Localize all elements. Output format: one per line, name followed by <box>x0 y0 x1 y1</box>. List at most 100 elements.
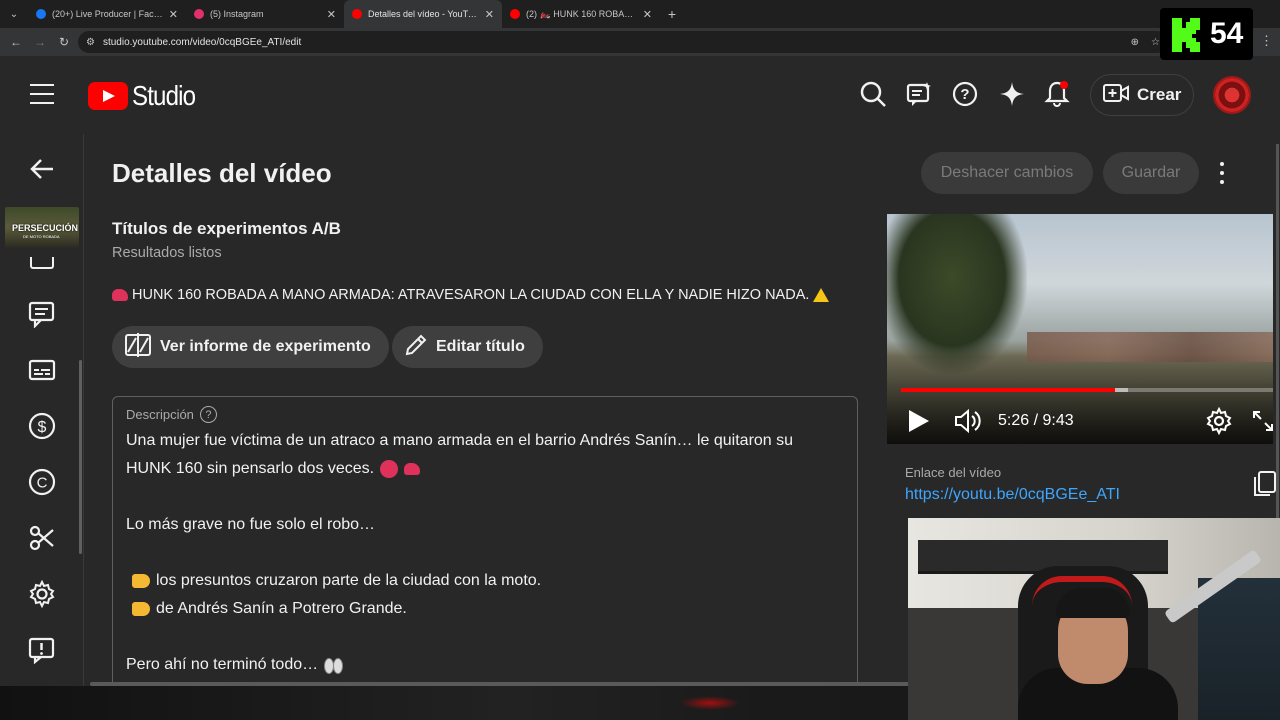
back-arrow-icon[interactable] <box>29 158 55 180</box>
address-bar[interactable]: ⚙ studio.youtube.com/video/0cqBGEe_ATI/e… <box>78 31 1168 53</box>
help-icon[interactable]: ? <box>951 80 979 108</box>
menu-icon[interactable] <box>30 84 54 104</box>
youtube-favicon-icon <box>510 9 520 19</box>
youtube-play-logo-icon <box>88 82 128 110</box>
avatar[interactable] <box>1213 76 1251 114</box>
kick-logo-icon <box>1168 16 1204 52</box>
tab-search-icon[interactable]: ⌄ <box>0 0 28 28</box>
description-line <box>126 483 854 511</box>
video-thumbnail[interactable]: PERSECUCIÓN DE MOTO ROBADA <box>5 207 79 248</box>
ab-experiments-status: Resultados listos <box>112 245 222 261</box>
close-tab-icon[interactable]: ✕ <box>327 8 336 21</box>
monetization-icon[interactable]: $ <box>28 412 56 440</box>
description-line: Una mujer fue víctima de un atraco a man… <box>126 427 854 455</box>
description-line-text: Una mujer fue víctima de un atraco a man… <box>126 432 794 449</box>
description-line: Lo más grave no fue solo el robo… <box>126 511 854 539</box>
video-title-text: HUNK 160 ROBADA A MANO ARMADA: ATRAVESAR… <box>132 287 810 303</box>
notifications-icon[interactable] <box>1043 80 1071 108</box>
settings-icon[interactable] <box>28 579 56 609</box>
description-line-text: Pero ahí no terminó todo… <box>126 656 319 673</box>
description-line <box>126 623 854 651</box>
stream-overlay-glow <box>680 696 740 710</box>
close-tab-icon[interactable]: ✕ <box>169 8 178 21</box>
subtitles-icon[interactable] <box>28 356 56 384</box>
webcam-overlay <box>908 518 1280 720</box>
svg-text:C: C <box>37 475 48 492</box>
tab-label: (20+) Live Producer | Facebook <box>52 9 163 19</box>
bookmark-star-icon[interactable]: ☆ <box>1151 37 1160 48</box>
description-line: de Andrés Sanín a Potrero Grande. <box>126 595 854 623</box>
close-tab-icon[interactable]: ✕ <box>643 8 652 21</box>
thumbnail-subtitle: DE MOTO ROBADA <box>23 234 60 239</box>
progress-played <box>901 388 1115 392</box>
description-field[interactable]: Descripción ? Una mujer fue víctima de u… <box>112 396 858 686</box>
editor-scissors-icon[interactable] <box>28 524 56 552</box>
new-tab-button[interactable]: + <box>660 0 684 28</box>
save-button[interactable]: Guardar <box>1103 152 1199 194</box>
sparkle-icon[interactable] <box>998 80 1026 108</box>
send-feedback-icon[interactable] <box>28 636 56 665</box>
video-player[interactable]: 5:26 / 9:43 <box>887 214 1273 444</box>
view-experiment-report-label: Ver informe de experimento <box>160 338 371 355</box>
create-label: Crear <box>1137 85 1182 104</box>
more-options-icon[interactable] <box>1212 160 1232 186</box>
search-icon[interactable] <box>859 80 887 108</box>
volume-icon[interactable] <box>953 407 983 435</box>
description-line-text: los presuntos cruzaron parte de la ciuda… <box>156 572 542 589</box>
tab-label: (5) Instagram <box>210 9 264 19</box>
edit-title-button[interactable]: Editar título <box>392 326 543 368</box>
browser-tab-facebook[interactable]: (20+) Live Producer | Facebook ✕ <box>28 0 186 28</box>
studio-logo[interactable]: Studio <box>88 80 205 112</box>
play-icon[interactable] <box>909 410 929 432</box>
view-experiment-report-button[interactable]: Ver informe de experimento <box>112 326 389 368</box>
tab-label: (2) 🏍️ HUNK 160 ROBADA A M <box>526 8 637 19</box>
video-link-url[interactable]: https://youtu.be/0cqBGEe_ATI <box>905 486 1120 504</box>
webcam-background-panel <box>1198 578 1280 720</box>
browser-tab-instagram[interactable]: (5) Instagram ✕ <box>186 0 344 28</box>
browser-tab-youtube[interactable]: (2) 🏍️ HUNK 160 ROBADA A M ✕ <box>502 0 660 28</box>
edit-title-label: Editar título <box>436 338 525 355</box>
motorcycle-emoji-icon <box>112 289 128 301</box>
forward-icon[interactable]: → <box>30 32 50 52</box>
analytics-icon[interactable] <box>30 257 54 269</box>
logo-text: Studio <box>132 80 196 111</box>
youtube-favicon-icon <box>352 9 362 19</box>
nav-scrollbar[interactable] <box>79 360 82 554</box>
description-line <box>126 539 854 567</box>
tab-label: Detalles del vídeo - YouTube St <box>368 9 479 19</box>
description-text[interactable]: Una mujer fue víctima de un atraco a man… <box>126 427 854 679</box>
create-button[interactable]: Crear <box>1090 74 1194 116</box>
browser-tab-studio[interactable]: Detalles del vídeo - YouTube St ✕ <box>344 0 502 28</box>
overlay-counter-badge: 54 <box>1160 8 1253 60</box>
video-title: HUNK 160 ROBADA A MANO ARMADA: ATRAVESAR… <box>112 287 830 303</box>
expand-icon[interactable] <box>1251 409 1273 433</box>
pencil-icon <box>404 333 428 362</box>
player-settings-icon[interactable] <box>1205 406 1233 436</box>
thumbnail-title: PERSECUCIÓN <box>12 223 79 233</box>
experiment-report-icon <box>124 332 152 363</box>
description-line-text: Lo más grave no fue solo el robo… <box>126 516 376 533</box>
time-display: 5:26 / 9:43 <box>998 412 1074 429</box>
motorcycle-emoji-icon <box>404 463 421 475</box>
back-icon[interactable]: ← <box>6 32 26 52</box>
site-info-icon[interactable]: ⚙ <box>86 37 95 48</box>
instagram-favicon-icon <box>194 9 204 19</box>
url-text: studio.youtube.com/video/0cqBGEe_ATI/edi… <box>102 36 302 48</box>
copyright-icon[interactable]: C <box>28 468 56 496</box>
facebook-favicon-icon <box>36 9 46 19</box>
description-line: Pero ahí no terminó todo… <box>126 651 854 679</box>
browser-toolbar: ← → ↻ ⚙ studio.youtube.com/video/0cqBGEe… <box>0 28 1280 56</box>
feedback-icon[interactable] <box>905 80 933 108</box>
description-label: Descripción ? <box>126 406 217 423</box>
browser-menu-icon[interactable]: ⋮ <box>1260 33 1273 49</box>
copy-icon[interactable] <box>1252 470 1278 498</box>
undo-changes-button[interactable]: Deshacer cambios <box>921 152 1093 194</box>
help-icon[interactable]: ? <box>199 406 217 423</box>
pointing-hand-emoji-icon <box>132 602 150 616</box>
description-line: los presuntos cruzaron parte de la ciuda… <box>126 567 854 595</box>
close-tab-icon[interactable]: ✕ <box>485 8 494 21</box>
reload-icon[interactable]: ↻ <box>54 32 74 52</box>
zoom-icon[interactable]: ⊕ <box>1131 37 1139 48</box>
comments-icon[interactable] <box>28 300 56 329</box>
svg-text:$: $ <box>38 419 47 436</box>
